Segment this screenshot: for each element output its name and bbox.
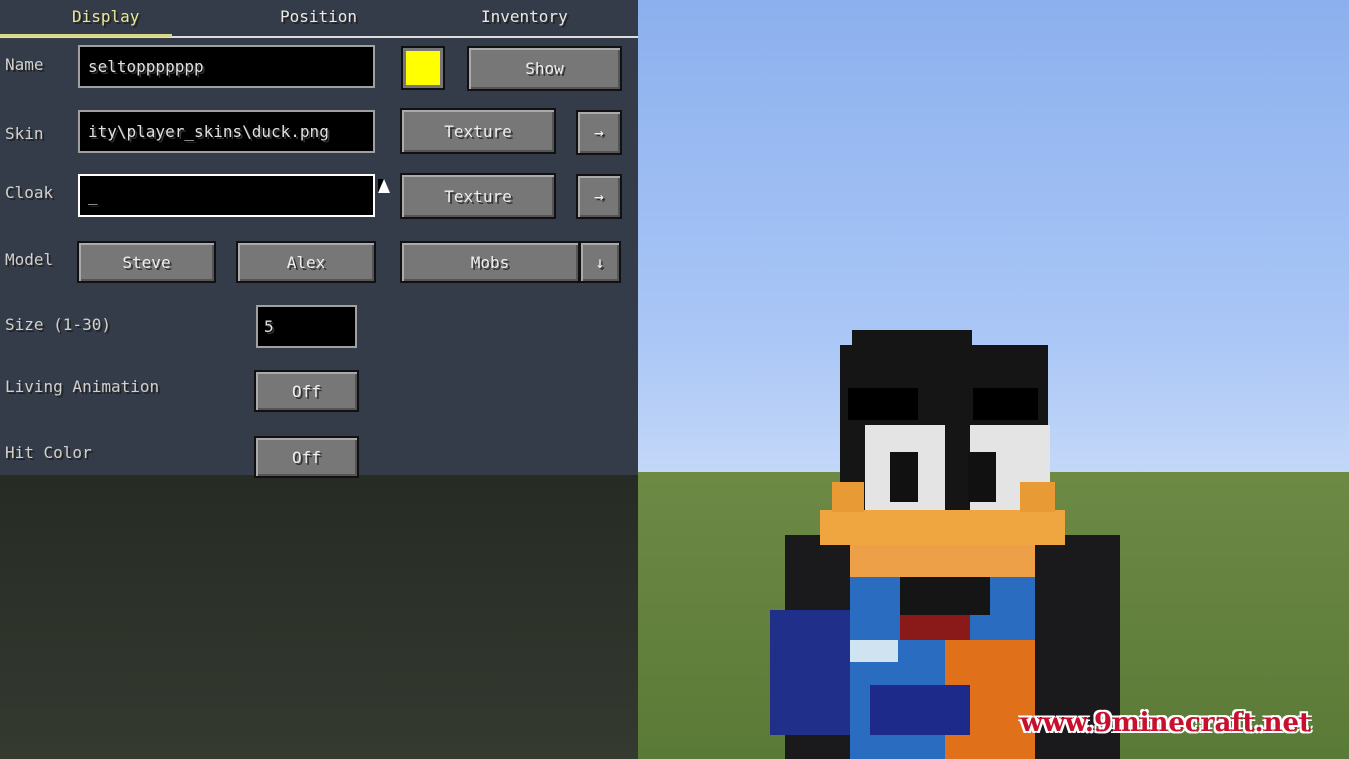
mouse-cursor-icon [378,179,390,193]
living-animation-toggle[interactable]: Off [254,370,359,412]
hit-color-label: Hit Color [5,443,92,462]
size-input[interactable]: 5 [256,305,357,348]
model-mobs-button[interactable]: Mobs [400,241,580,283]
name-label: Name [5,55,44,74]
skin-texture-button[interactable]: Texture [400,108,556,154]
cloak-label: Cloak [5,183,54,202]
skin-input[interactable]: ity\player_skins\duck.png [78,110,375,153]
settings-panel: Display Position Inventory Name seltoppp… [0,0,638,478]
active-tab-indicator [0,34,172,37]
tab-position[interactable]: Position [280,7,357,26]
size-label: Size (1-30) [5,315,111,334]
name-input[interactable]: seltoppppppp [78,45,375,88]
tab-display[interactable]: Display [72,7,139,26]
skin-arrow-button[interactable]: → [576,110,622,155]
cloak-texture-button[interactable]: Texture [400,173,556,219]
skin-label: Skin [5,124,44,143]
model-dropdown-button[interactable]: ↓ [579,241,621,283]
cloak-arrow-button[interactable]: → [576,174,622,219]
tab-bar: Display Position Inventory [0,0,638,38]
model-steve-button[interactable]: Steve [77,241,216,283]
show-name-button[interactable]: Show [467,46,622,91]
hit-color-toggle[interactable]: Off [254,436,359,478]
cloak-input[interactable]: _ [78,174,375,217]
model-label: Model [5,250,54,269]
living-animation-label: Living Animation [5,377,160,396]
name-color-swatch[interactable] [401,46,445,90]
model-alex-button[interactable]: Alex [236,241,376,283]
background-ground [0,475,638,759]
watermark: www.9minecraft.net [1020,708,1311,738]
tab-inventory[interactable]: Inventory [481,7,568,26]
